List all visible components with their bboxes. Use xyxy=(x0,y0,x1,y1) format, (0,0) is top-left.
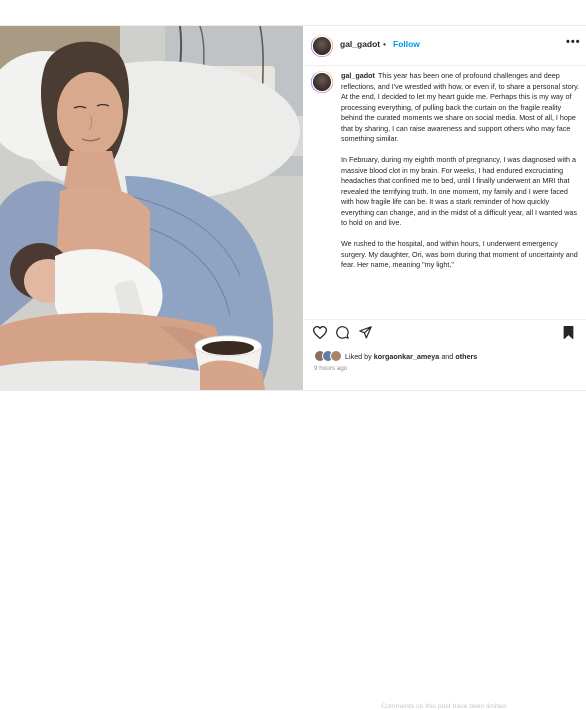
follow-button[interactable]: Follow xyxy=(393,39,420,49)
post-header: gal_gadot • Follow ••• xyxy=(303,26,586,66)
share-icon[interactable] xyxy=(359,326,372,339)
liked-by-prefix: Liked by xyxy=(345,352,372,361)
comment-icon[interactable] xyxy=(336,326,349,339)
caption-author-avatar[interactable] xyxy=(311,71,333,93)
author-username[interactable]: gal_gadot xyxy=(340,39,380,49)
bookmark-icon[interactable] xyxy=(563,326,574,339)
liked-by-others-link[interactable]: others xyxy=(455,352,477,361)
instagram-post: gal_gadot • Follow ••• gal_gadot This yea… xyxy=(0,25,586,391)
author-avatar[interactable] xyxy=(311,35,333,57)
post-actions: Liked by korgaonkar_ameya and others 9 h… xyxy=(303,319,586,390)
liked-by-text: Liked by korgaonkar_ameya and others xyxy=(345,352,477,361)
liked-by-username[interactable]: korgaonkar_ameya xyxy=(374,352,440,361)
heart-icon[interactable] xyxy=(313,326,327,339)
more-options-icon[interactable]: ••• xyxy=(566,36,581,48)
hospital-photo-illustration xyxy=(0,26,303,390)
caption-username[interactable]: gal_gadot xyxy=(341,71,375,80)
comments-limited-notice: Comments on this post have been limited. xyxy=(381,703,508,710)
caption-paragraph: We rushed to the hospital, and within ho… xyxy=(341,239,578,269)
caption-scroll-area[interactable]: gal_gadot This year has been one of profo… xyxy=(303,67,586,319)
post-photo[interactable] xyxy=(0,26,303,390)
caption-paragraph: In February, during my eighth month of p… xyxy=(341,155,577,227)
liker-avatar xyxy=(330,350,342,362)
post-side-panel: gal_gadot • Follow ••• gal_gadot This yea… xyxy=(303,26,586,390)
post-caption: gal_gadot This year has been one of profo… xyxy=(341,71,582,281)
caption-paragraph: gal_gadot This year has been one of profo… xyxy=(341,71,582,145)
separator-dot: • xyxy=(383,39,386,49)
post-timestamp[interactable]: 9 hours ago xyxy=(314,365,347,372)
liked-by-and: and xyxy=(441,352,454,361)
caption-text: This year has been one of profound chall… xyxy=(341,71,580,143)
